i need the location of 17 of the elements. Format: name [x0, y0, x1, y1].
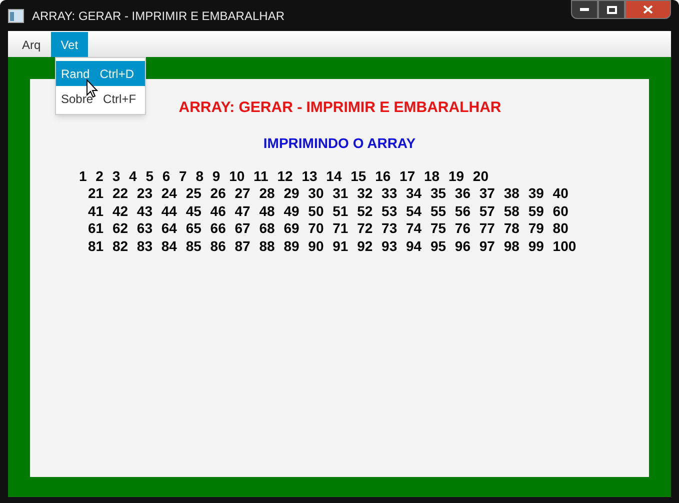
array-line: 1 2 3 4 5 6 7 8 9 10 11 12 13 14 15 16 17 18 19 20 [79, 168, 490, 185]
array-line: 41 42 43 44 45 46 47 48 49 50 51 52 53 54 55 56 57 58 59 60 [88, 202, 570, 220]
array-line: 61 62 63 64 65 66 67 68 69 70 71 72 73 74 75 76 77 78 79 80 [88, 220, 570, 238]
menu-option[interactable]: Sobre Ctrl+F [56, 86, 145, 111]
close-button[interactable] [625, 0, 671, 19]
menu-item[interactable]: Arq [12, 32, 51, 57]
minimize-button[interactable] [571, 0, 598, 19]
app-icon [8, 8, 24, 22]
array-line: 81 82 83 84 85 86 87 88 89 90 91 92 93 94 95 96 97 98 99 100 [88, 238, 576, 255]
close-icon [643, 5, 653, 14]
maximize-icon [606, 6, 616, 14]
minimize-icon [580, 8, 589, 11]
window-title: ARRAY: GERAR - IMPRIMIR E EMBARALHAR [32, 8, 284, 24]
page-heading: ARRAY: GERAR - IMPRIMIR E EMBARALHAR [178, 98, 502, 118]
array-line: 21 22 23 24 25 26 27 28 29 30 31 32 33 34 35 36 37 38 39 40 [88, 185, 570, 202]
page-subheading: IMPRIMINDO O ARRAY [263, 134, 416, 152]
maximize-button[interactable] [598, 0, 625, 19]
